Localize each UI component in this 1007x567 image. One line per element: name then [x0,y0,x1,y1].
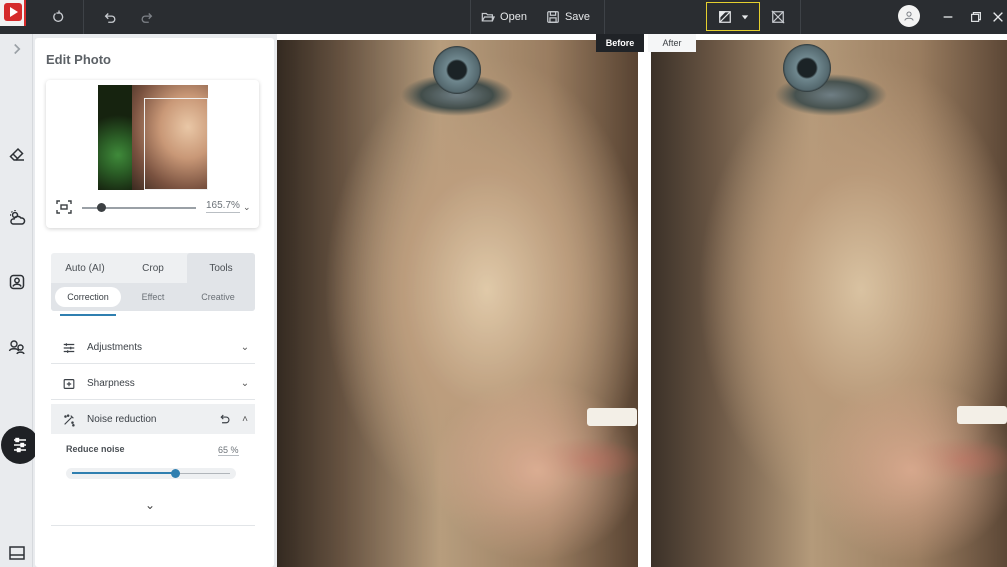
section-noise-reduction-label: Noise reduction [87,414,157,425]
close-icon[interactable] [990,5,1006,29]
rotate-icon[interactable] [48,5,70,29]
dropdown-arrow-icon[interactable] [741,13,749,21]
restore-icon[interactable] [968,5,984,29]
user-icon[interactable] [898,5,920,27]
section-adjustments[interactable]: Adjustments ⌄ [51,332,255,364]
noise-reduction-body: Reduce noise 65 % ⌄ [51,434,255,526]
zoom-value[interactable]: 165.7% [206,200,240,213]
save-label: Save [564,11,591,23]
compare-split-icon [718,10,731,23]
tab-tools[interactable]: Tools [187,253,255,283]
tab-auto-ai[interactable]: Auto (AI) [51,253,119,283]
before-label: Before [596,34,644,52]
after-image[interactable] [651,40,1007,567]
zoom-dropdown-chevron-icon[interactable]: ⌄ [243,202,251,213]
portrait-icon[interactable] [0,269,33,295]
compare-divider[interactable] [638,40,641,567]
redo-icon[interactable] [136,5,158,29]
compare-canvas[interactable] [277,34,1007,567]
folder-open-icon [481,12,496,22]
viewport-frame[interactable] [144,98,208,190]
edit-panel: Edit Photo 165.7% ⌄ Auto (AI) Crop Tools… [35,38,274,567]
section-sharpness[interactable]: Sharpness ⌄ [51,368,255,400]
navigator-thumbnail[interactable] [98,85,208,190]
section-adjustments-label: Adjustments [87,342,143,353]
edit-tabs: Auto (AI) Crop Tools Correction Effect C… [51,253,255,311]
active-subtab-indicator [60,314,116,316]
save-icon [547,11,559,23]
reduce-noise-slider-handle[interactable] [170,469,180,478]
chevron-down-icon: ⌄ [240,378,250,389]
navigator-card: 165.7% ⌄ [46,80,259,228]
compare-view-button[interactable] [706,2,760,31]
before-image[interactable] [277,40,639,567]
app-logo [0,0,26,26]
fit-to-screen-icon[interactable] [56,200,72,214]
section-sharpness-label: Sharpness [87,378,135,389]
tool-subtabs: Correction Effect Creative [51,283,255,311]
eraser-icon[interactable] [0,141,33,167]
panel-title: Edit Photo [46,52,111,67]
chevron-down-icon: ⌄ [240,342,250,353]
sharpness-icon [63,378,75,389]
subtab-effect[interactable]: Effect [120,287,186,307]
zoom-slider-handle[interactable] [97,203,106,212]
minimize-icon[interactable] [940,5,956,29]
chevron-up-icon[interactable]: ˄ [235,414,255,425]
tab-crop[interactable]: Crop [119,253,187,283]
open-button[interactable]: Open [480,5,528,29]
reduce-noise-label: Reduce noise [66,444,125,454]
show-more-chevron-icon[interactable]: ⌄ [145,498,155,512]
compare-off-icon[interactable] [767,5,789,29]
layout-icon[interactable] [0,540,33,566]
reduce-noise-slider[interactable] [66,468,236,479]
face-swap-icon[interactable] [0,334,33,360]
subtab-correction[interactable]: Correction [55,287,121,307]
subtab-creative[interactable]: Creative [185,287,251,307]
save-button[interactable]: Save [545,5,591,29]
reduce-noise-value[interactable]: 65 % [218,445,239,456]
reset-icon[interactable] [213,413,235,426]
after-label: After [648,34,696,52]
undo-icon[interactable] [99,5,121,29]
section-noise-reduction[interactable]: Noise reduction ˄ [51,404,255,436]
expand-chevron-icon[interactable] [0,40,33,58]
adjust-sliders-icon[interactable] [1,426,39,464]
sky-icon[interactable] [0,205,33,231]
open-label: Open [500,11,527,23]
title-bar: Open Save [0,0,1007,34]
sliders-icon [63,342,75,353]
tool-rail [0,34,39,567]
noise-icon [64,413,75,427]
